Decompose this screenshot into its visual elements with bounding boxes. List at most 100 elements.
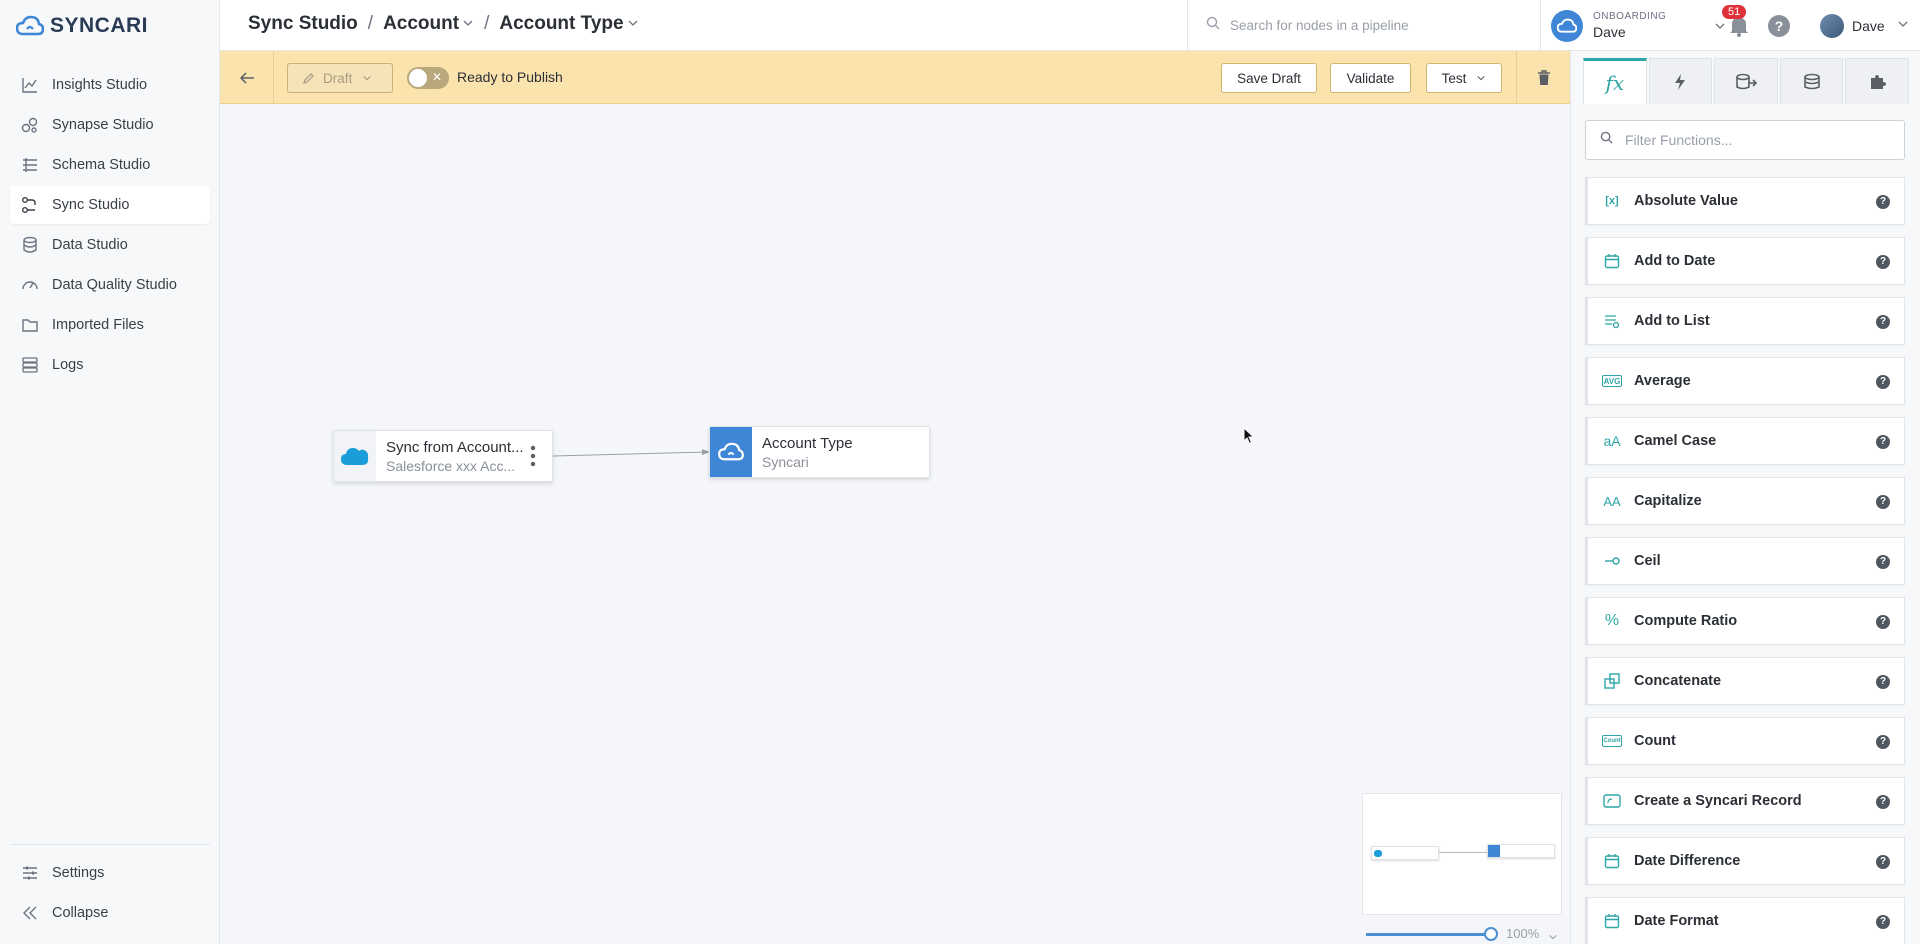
help-icon[interactable]: ? xyxy=(1876,675,1890,689)
zoom-slider-track xyxy=(1366,933,1490,936)
sidebar-item-data-studio[interactable]: Data Studio xyxy=(10,226,210,264)
settings-link[interactable]: Settings xyxy=(10,854,210,892)
tab-data-targets[interactable] xyxy=(1779,58,1844,104)
pipeline-toolbar: Draft ✕ Ready to Publish Save Draft Vali… xyxy=(220,51,1570,104)
node-title: Sync from Account... xyxy=(386,439,524,456)
pipeline-search-input[interactable]: Search for nodes in a pipeline xyxy=(1187,0,1540,51)
help-icon[interactable]: ? xyxy=(1876,255,1890,269)
help-icon[interactable]: ? xyxy=(1876,315,1890,329)
filter-functions-input[interactable]: Filter Functions... xyxy=(1585,120,1905,160)
sidebar-item-synapse-studio[interactable]: Synapse Studio xyxy=(10,106,210,144)
breadcrumb-account-type[interactable]: Account Type xyxy=(499,13,623,35)
folder-icon xyxy=(20,315,40,335)
sidebar-nav: Insights Studio Synapse Studio Schema St… xyxy=(10,66,210,386)
chevron-down-icon[interactable] xyxy=(1548,929,1558,944)
function-date-difference[interactable]: Date Difference ? xyxy=(1585,837,1905,885)
trash-icon xyxy=(1537,69,1550,85)
calendar-icon xyxy=(1602,851,1622,871)
target-node[interactable]: Account Type Syncari xyxy=(709,426,930,478)
minimap[interactable] xyxy=(1362,793,1562,915)
record-icon xyxy=(1602,791,1622,811)
sidebar-item-label: Logs xyxy=(52,357,84,373)
function-create-a-syncari-record[interactable]: Create a Syncari Record ? xyxy=(1585,777,1905,825)
pipeline-canvas[interactable]: Sync from Account... Salesforce xxx Acc.… xyxy=(220,104,1570,944)
function-average[interactable]: AVG Average ? xyxy=(1585,357,1905,405)
function-ceil[interactable]: Ceil ? xyxy=(1585,537,1905,585)
tab-data-sources[interactable] xyxy=(1714,58,1778,104)
function-capitalize[interactable]: AA Capitalize ? xyxy=(1585,477,1905,525)
functions-panel: fx Filter Functions... [x] Absolute Valu… xyxy=(1570,51,1920,944)
function-add-to-date[interactable]: Add to Date ? xyxy=(1585,237,1905,285)
sidebar-item-insights-studio[interactable]: Insights Studio xyxy=(10,66,210,104)
chevron-down-icon[interactable] xyxy=(462,13,474,35)
help-icon[interactable]: ? xyxy=(1768,15,1790,37)
function-label: Absolute Value xyxy=(1634,193,1738,209)
validate-button[interactable]: Validate xyxy=(1330,63,1411,93)
sidebar-item-logs[interactable]: Logs xyxy=(10,346,210,384)
function-concatenate[interactable]: Concatenate ? xyxy=(1585,657,1905,705)
collapse-label: Collapse xyxy=(52,905,109,921)
back-button[interactable] xyxy=(220,51,274,104)
logs-icon xyxy=(20,355,40,375)
notification-badge: 51 xyxy=(1722,5,1747,19)
tab-plugins[interactable] xyxy=(1845,58,1909,104)
gauge-icon xyxy=(20,275,40,295)
sidebar-item-schema-studio[interactable]: Schema Studio xyxy=(10,146,210,184)
collapse-button[interactable]: Collapse xyxy=(10,894,210,932)
test-dropdown[interactable]: Test xyxy=(1426,63,1502,93)
help-icon[interactable]: ? xyxy=(1876,855,1890,869)
chevron-down-icon[interactable] xyxy=(627,13,639,35)
save-draft-button[interactable]: Save Draft xyxy=(1221,63,1317,93)
average-icon: AVG xyxy=(1602,375,1622,387)
help-icon[interactable]: ? xyxy=(1876,555,1890,569)
breadcrumb-account[interactable]: Account xyxy=(383,13,459,35)
concatenate-icon xyxy=(1602,671,1622,691)
function-label: Add to List xyxy=(1634,313,1710,329)
chevron-down-icon xyxy=(1476,71,1486,86)
search-icon xyxy=(1600,131,1613,149)
function-label: Camel Case xyxy=(1634,433,1717,449)
tab-actions[interactable] xyxy=(1648,58,1713,104)
breadcrumb-sync-studio[interactable]: Sync Studio xyxy=(248,13,358,35)
tab-functions[interactable]: fx xyxy=(1583,58,1647,104)
database-icon xyxy=(20,235,40,255)
sidebar-divider xyxy=(10,844,210,845)
source-node[interactable]: Sync from Account... Salesforce xxx Acc.… xyxy=(333,430,553,482)
function-date-format[interactable]: Date Format ? xyxy=(1585,897,1905,944)
help-icon[interactable]: ? xyxy=(1876,195,1890,209)
help-icon[interactable]: ? xyxy=(1876,435,1890,449)
function-add-to-list[interactable]: Add to List ? xyxy=(1585,297,1905,345)
zoom-slider-handle[interactable] xyxy=(1484,927,1498,941)
ready-to-publish-toggle[interactable]: ✕ xyxy=(407,67,449,89)
function-compute-ratio[interactable]: % Compute Ratio ? xyxy=(1585,597,1905,645)
help-icon[interactable]: ? xyxy=(1876,795,1890,809)
user-menu[interactable]: Dave xyxy=(1820,14,1909,38)
function-label: Ceil xyxy=(1634,553,1661,569)
help-icon[interactable]: ? xyxy=(1876,915,1890,929)
function-camel-case[interactable]: aA Camel Case ? xyxy=(1585,417,1905,465)
kebab-menu-icon[interactable] xyxy=(530,445,536,472)
help-icon[interactable]: ? xyxy=(1876,735,1890,749)
draft-dropdown[interactable]: Draft xyxy=(287,63,393,93)
count-icon: Count xyxy=(1602,735,1622,747)
delete-button[interactable] xyxy=(1516,51,1570,104)
draft-label: Draft xyxy=(323,70,353,86)
arrow-left-icon xyxy=(239,71,254,84)
org-switcher[interactable]: ONBOARDING Dave xyxy=(1540,0,1738,51)
function-absolute-value[interactable]: [x] Absolute Value ? xyxy=(1585,177,1905,225)
sidebar-item-data-quality-studio[interactable]: Data Quality Studio xyxy=(10,266,210,304)
schema-icon xyxy=(20,155,40,175)
syncari-cloud-icon xyxy=(1551,9,1583,42)
function-label: Count xyxy=(1634,733,1676,749)
help-icon[interactable]: ? xyxy=(1876,495,1890,509)
sidebar-item-sync-studio[interactable]: Sync Studio xyxy=(10,186,210,224)
zoom-control[interactable]: 100% xyxy=(1366,924,1566,944)
help-icon[interactable]: ? xyxy=(1876,375,1890,389)
sidebar-item-imported-files[interactable]: Imported Files xyxy=(10,306,210,344)
function-label: Date Format xyxy=(1634,913,1719,929)
help-icon[interactable]: ? xyxy=(1876,615,1890,629)
function-count[interactable]: Count Count ? xyxy=(1585,717,1905,765)
function-label: Date Difference xyxy=(1634,853,1741,869)
syncari-logo[interactable]: SYNCARI xyxy=(16,12,148,40)
absolute-value-icon: [x] xyxy=(1605,195,1619,207)
